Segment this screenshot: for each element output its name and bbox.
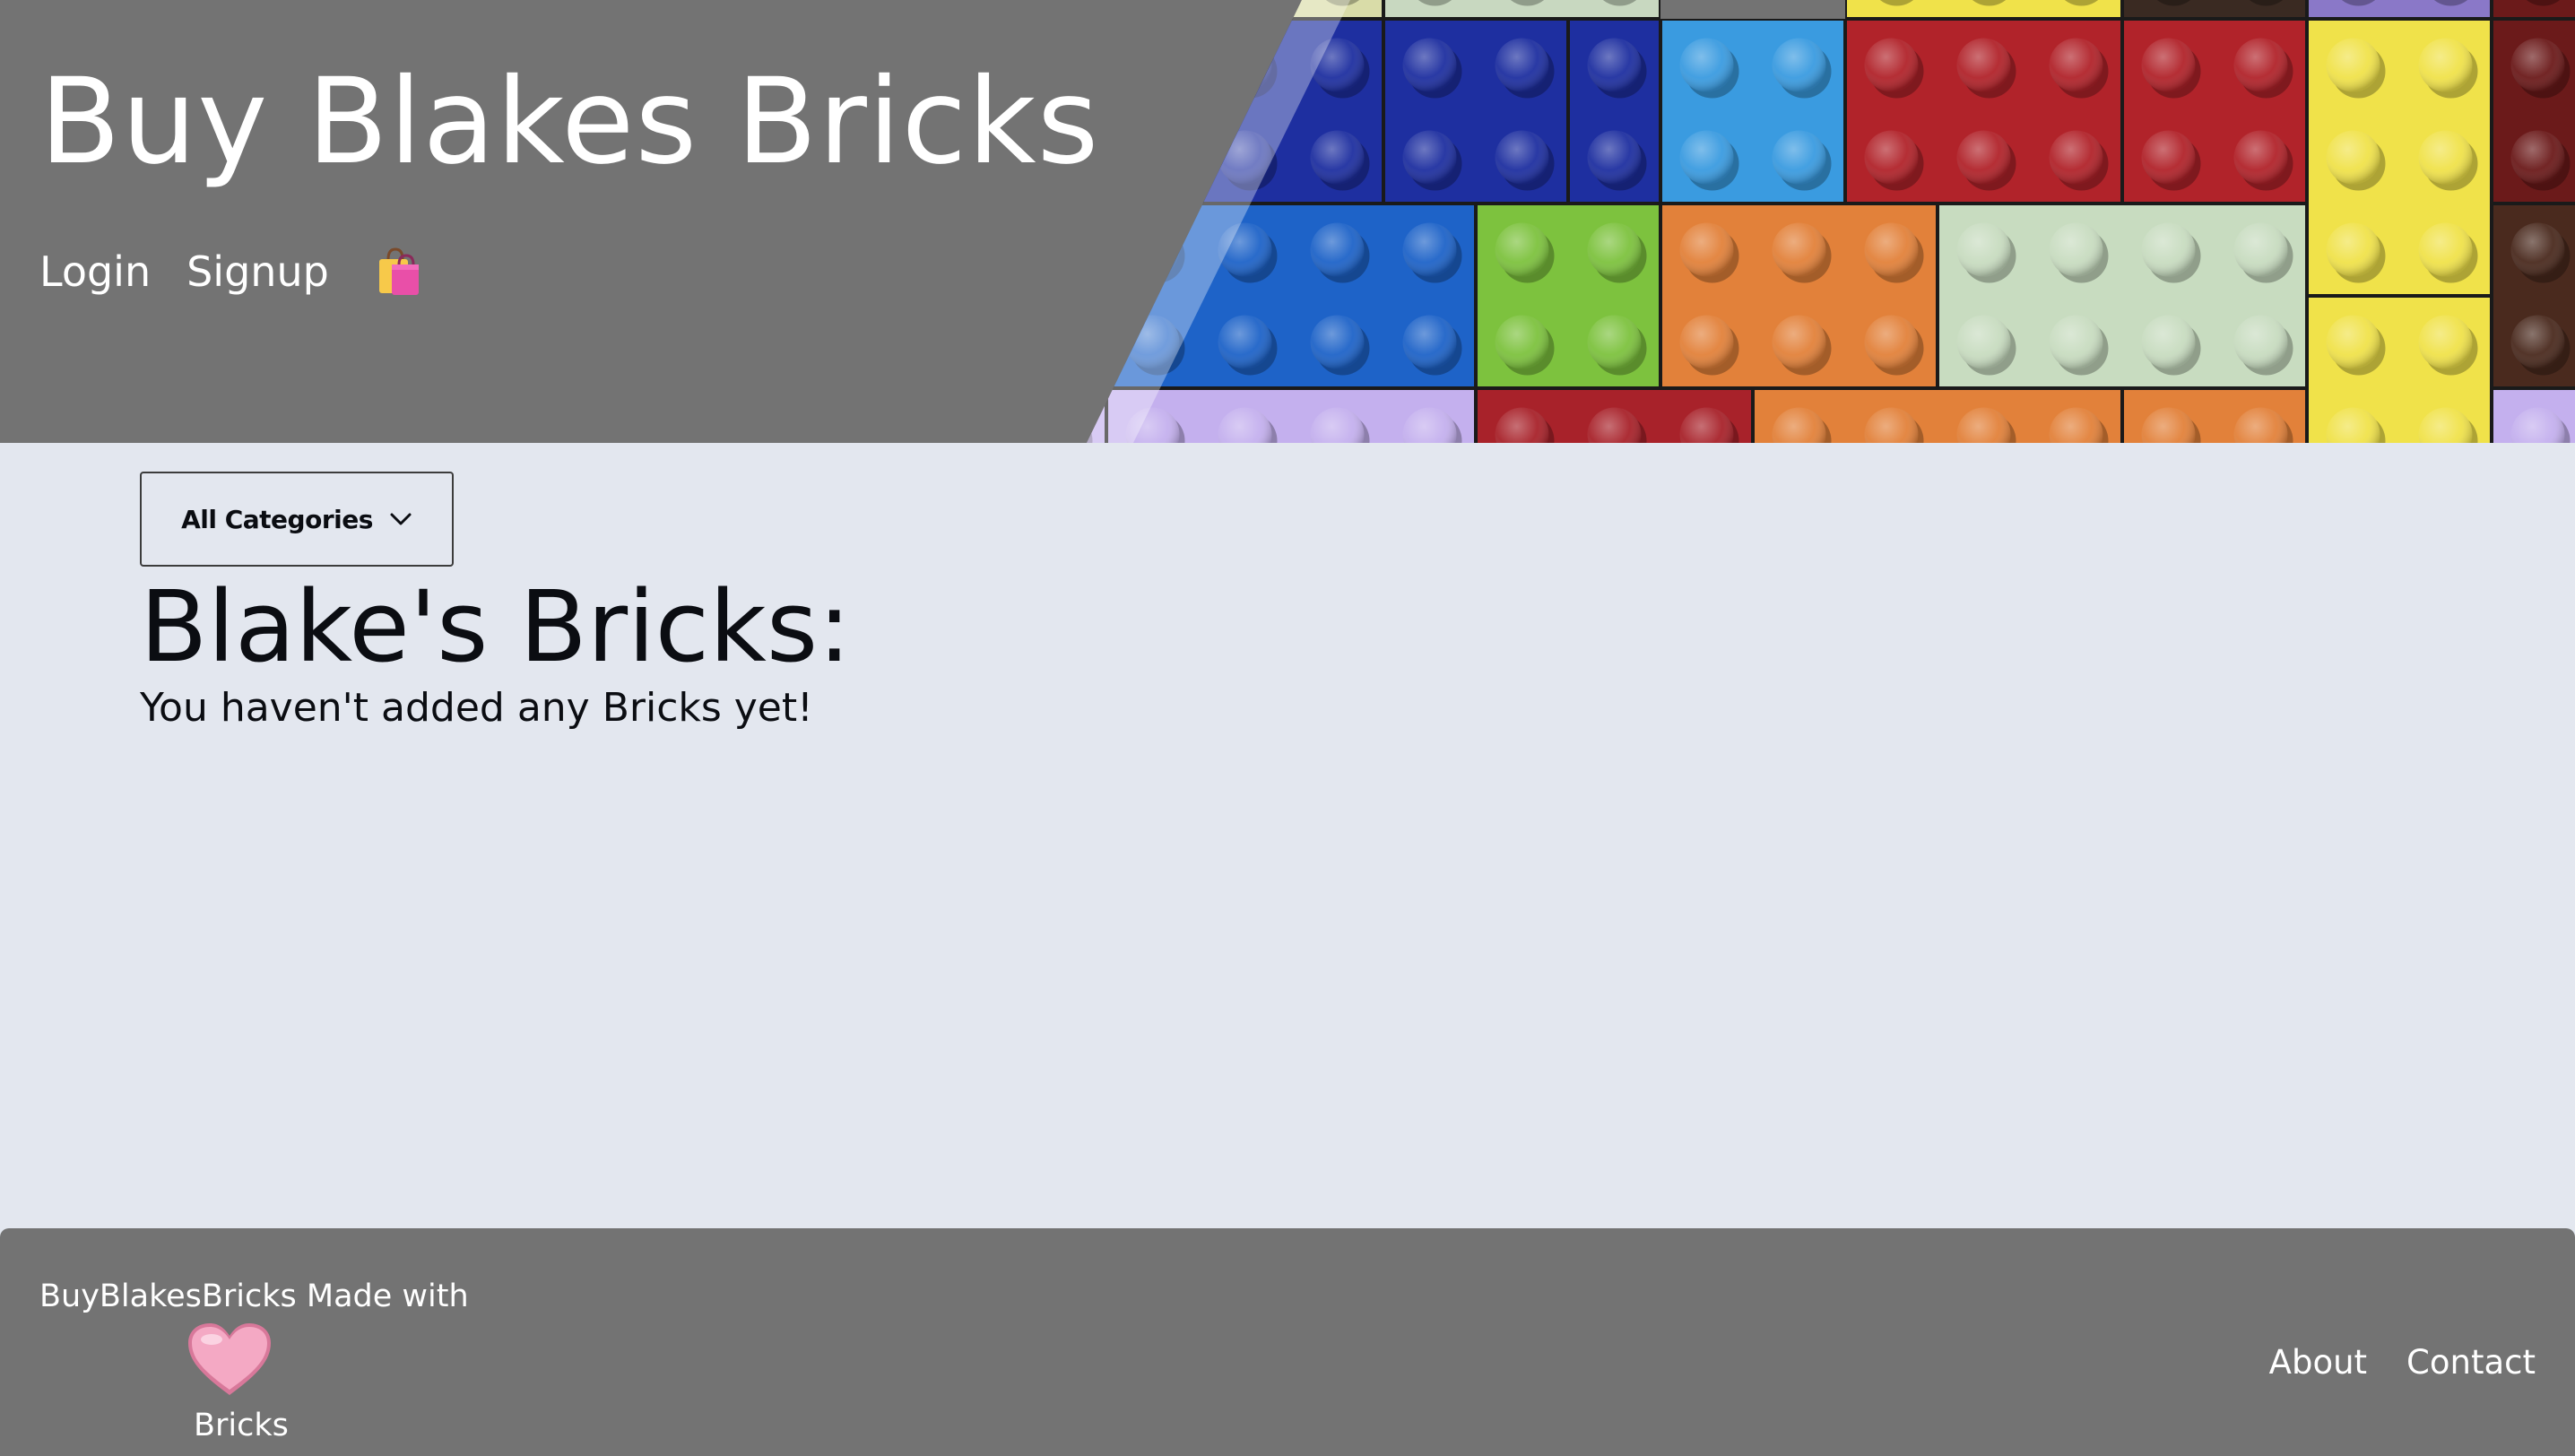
lego-brick xyxy=(1938,204,2307,388)
site-footer: BuyBlakesBricks Made with Bricks About C… xyxy=(0,1228,2575,1456)
lego-brick xyxy=(2307,0,2492,19)
lego-brick xyxy=(2122,19,2307,204)
lego-brick xyxy=(1383,19,1568,204)
lego-brick xyxy=(2122,0,2307,19)
site-header: Buy Blakes Bricks Login Signup xyxy=(0,0,2575,443)
shopping-bags-icon[interactable] xyxy=(376,247,422,297)
login-link[interactable]: Login xyxy=(39,247,151,296)
lego-brick xyxy=(1087,0,1383,19)
lego-brick xyxy=(2492,204,2575,388)
lego-brick xyxy=(1660,19,1845,204)
footer-nav: About Contact xyxy=(2269,1343,2536,1382)
lego-brick xyxy=(2307,296,2492,443)
pink-heart-icon xyxy=(185,1320,274,1400)
lego-brick xyxy=(1106,388,1476,443)
lego-brick xyxy=(1845,19,2122,204)
empty-state-message: You haven't added any Bricks yet! xyxy=(140,685,813,731)
lego-brick xyxy=(1476,204,1660,388)
about-link[interactable]: About xyxy=(2269,1343,2367,1382)
footer-credit-text: BuyBlakesBricks Made with xyxy=(39,1278,469,1314)
lego-brick xyxy=(2492,388,2575,443)
chevron-down-icon xyxy=(390,513,412,525)
contact-link[interactable]: Contact xyxy=(2406,1343,2536,1382)
lego-brick xyxy=(2492,0,2575,19)
lego-brick xyxy=(2307,19,2492,296)
site-title: Buy Blakes Bricks xyxy=(39,53,1100,191)
lego-brick xyxy=(1199,19,1383,204)
signup-link[interactable]: Signup xyxy=(186,247,329,296)
lego-brick xyxy=(1753,388,2122,443)
lego-brick xyxy=(1476,388,1753,443)
lego-brick xyxy=(2122,388,2307,443)
lego-brick xyxy=(1383,0,1660,19)
lego-brick xyxy=(1845,0,2122,19)
category-dropdown[interactable]: All Categories xyxy=(140,472,454,567)
lego-brick xyxy=(1568,19,1660,204)
page-title: Blake's Bricks: xyxy=(140,569,852,684)
lego-brick xyxy=(2492,19,2575,204)
lego-brick xyxy=(1106,204,1476,388)
lego-brick xyxy=(1087,388,1106,443)
footer-credit-suffix: Bricks xyxy=(194,1408,289,1443)
lego-brick xyxy=(1660,204,1938,388)
lego-brick xyxy=(1087,204,1106,388)
category-dropdown-label: All Categories xyxy=(181,504,373,534)
header-nav: Login Signup xyxy=(39,240,422,303)
